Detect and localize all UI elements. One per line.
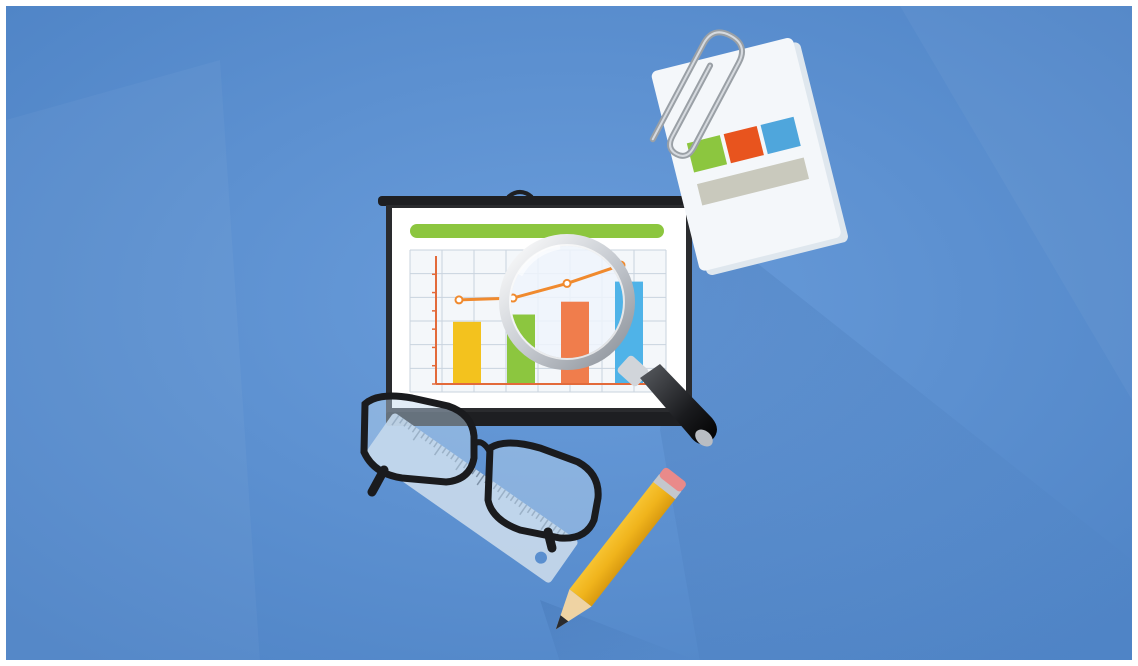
illustration-scene [0, 0, 1138, 666]
illustration-canvas [0, 0, 1138, 666]
chart-line-point [454, 295, 464, 305]
chart-bar [453, 321, 481, 384]
chart-line-point [562, 278, 572, 288]
